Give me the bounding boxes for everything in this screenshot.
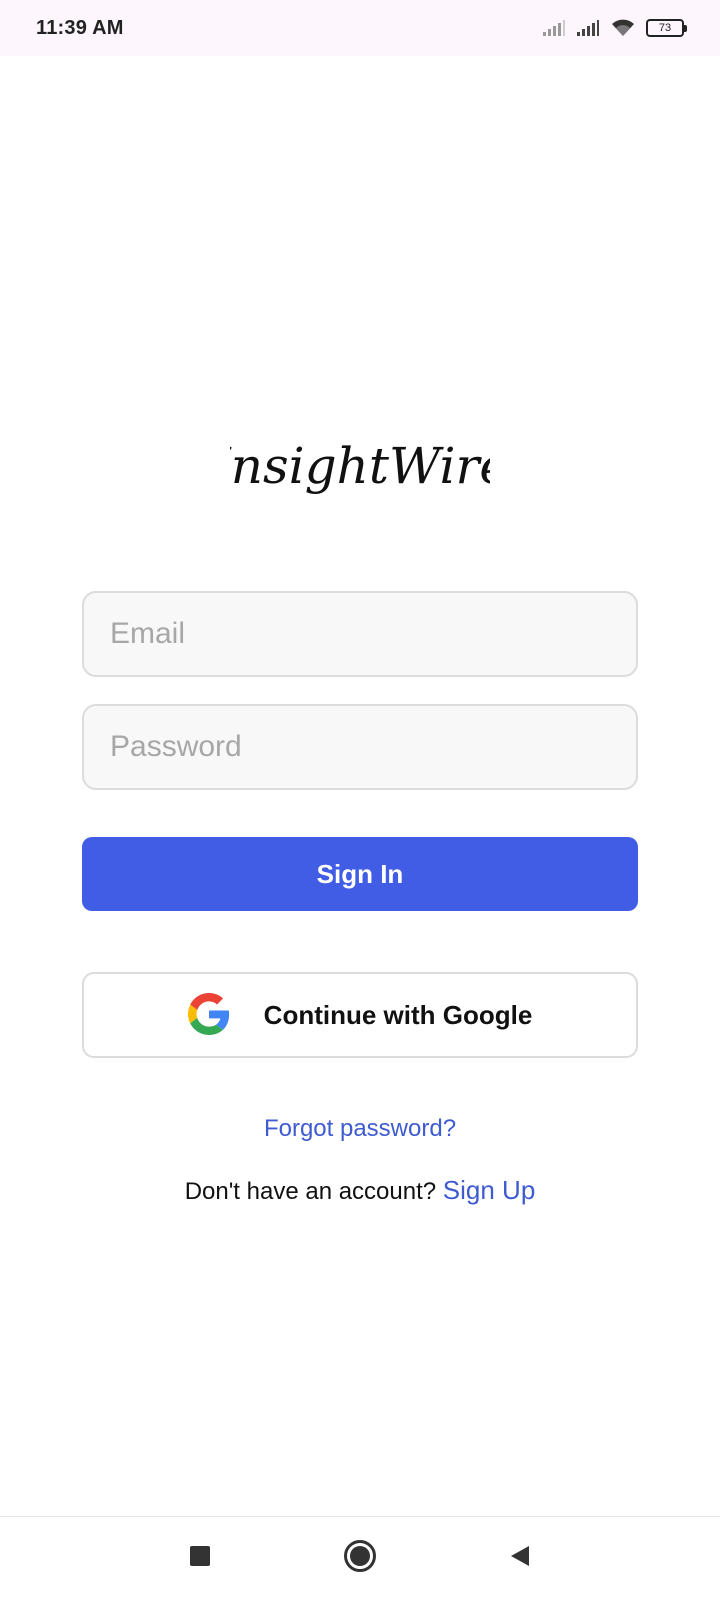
recent-apps-button[interactable]: [175, 1534, 225, 1584]
forgot-password-link[interactable]: Forgot password?: [0, 1115, 720, 1143]
battery-icon: 73: [646, 19, 687, 37]
status-icons: 73: [542, 18, 687, 38]
google-sign-in-button[interactable]: Continue with Google: [82, 972, 638, 1058]
back-icon: [507, 1543, 533, 1574]
sign-in-label: Sign In: [316, 858, 404, 889]
sign-in-button[interactable]: Sign In: [82, 837, 638, 911]
signup-prompt: Don't have an account? Sign Up: [0, 1175, 720, 1206]
no-account-text: Don't have an account?: [184, 1178, 437, 1205]
signal-icon: [576, 19, 600, 37]
wifi-icon: [610, 18, 636, 38]
google-button-label: Continue with Google: [263, 999, 533, 1030]
status-bar: 11:39 AM 73: [0, 0, 720, 56]
recent-apps-icon: [188, 1544, 212, 1573]
back-button[interactable]: [495, 1534, 545, 1584]
home-button[interactable]: [335, 1534, 385, 1584]
app-logo-text: InsightWire: [230, 437, 490, 495]
system-nav-bar: [0, 1516, 720, 1600]
status-time: 11:39 AM: [36, 16, 124, 39]
sign-up-link[interactable]: Sign Up: [443, 1175, 536, 1205]
google-icon: [187, 992, 230, 1038]
home-icon: [343, 1539, 377, 1578]
email-field[interactable]: [82, 591, 638, 677]
app-logo: InsightWire: [0, 425, 720, 525]
password-field[interactable]: [82, 704, 638, 790]
signal-icon: [542, 19, 566, 37]
